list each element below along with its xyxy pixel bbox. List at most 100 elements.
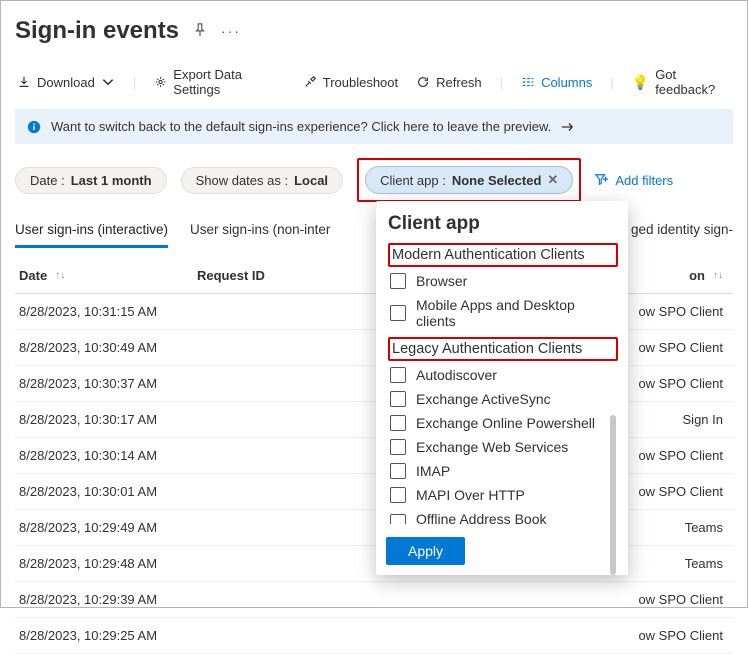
column-request-id[interactable]: Request ID — [197, 268, 367, 283]
checkbox-option[interactable]: MAPI Over HTTP — [390, 487, 618, 503]
modern-auth-header: Modern Authentication Clients — [388, 243, 618, 267]
checkbox-icon — [390, 514, 406, 524]
export-settings-button[interactable]: Export Data Settings — [154, 67, 285, 97]
option-label: Exchange ActiveSync — [416, 391, 551, 407]
dropdown-title: Client app — [388, 213, 618, 235]
preview-banner[interactable]: Want to switch back to the default sign-… — [15, 109, 733, 144]
filter-plus-icon — [595, 173, 609, 187]
date-filter-pill[interactable]: Date : Last 1 month — [15, 167, 167, 194]
column-date[interactable]: Date ↑↓ — [19, 268, 197, 283]
cell-app: ow SPO Client — [367, 628, 729, 643]
info-icon — [27, 120, 41, 134]
table-row[interactable]: 8/28/2023, 10:29:25 AM ow SPO Client — [15, 618, 733, 654]
sort-icon[interactable]: ↑↓ — [55, 270, 65, 281]
cell-date: 8/28/2023, 10:30:14 AM — [19, 448, 197, 463]
checkbox-option[interactable]: Offline Address Book — [390, 511, 618, 527]
checkbox-icon — [390, 367, 406, 383]
show-dates-value: Local — [294, 173, 328, 188]
cell-date: 8/28/2023, 10:30:49 AM — [19, 340, 197, 355]
option-label: Exchange Online Powershell — [416, 415, 595, 431]
cell-date: 8/28/2023, 10:29:48 AM — [19, 556, 197, 571]
show-dates-key: Show dates as : — [196, 173, 289, 188]
close-icon[interactable]: ✕ — [547, 172, 558, 188]
add-filters-button[interactable]: Add filters — [595, 173, 673, 188]
option-label: Autodiscover — [416, 367, 497, 383]
arrow-right-icon — [561, 121, 575, 133]
checkbox-icon — [390, 463, 406, 479]
columns-label: Columns — [541, 75, 592, 90]
add-filters-label: Add filters — [615, 173, 673, 188]
troubleshoot-button[interactable]: Troubleshoot — [303, 75, 398, 90]
column-date-label: Date — [19, 268, 47, 283]
checkbox-option[interactable]: Exchange Online Powershell — [390, 415, 618, 431]
show-dates-pill[interactable]: Show dates as : Local — [181, 167, 343, 194]
client-app-key: Client app : — [380, 173, 446, 188]
feedback-button[interactable]: 💡 Got feedback? — [632, 67, 733, 97]
cell-date: 8/28/2023, 10:30:37 AM — [19, 376, 197, 391]
option-label: Offline Address Book — [416, 511, 546, 527]
modern-options: Browser Mobile Apps and Desktop clients — [386, 273, 618, 329]
checkbox-option[interactable]: Mobile Apps and Desktop clients — [390, 297, 618, 329]
banner-text: Want to switch back to the default sign-… — [51, 119, 551, 134]
column-location-label: on — [689, 268, 705, 283]
checkbox-icon — [390, 305, 406, 321]
refresh-label: Refresh — [436, 75, 482, 90]
sort-icon[interactable]: ↑↓ — [713, 270, 723, 281]
cell-request — [197, 448, 367, 463]
cell-request — [197, 412, 367, 427]
tab-user-signins-noninteractive[interactable]: User sign-ins (non-inter — [190, 218, 330, 248]
checkbox-icon — [390, 391, 406, 407]
cell-request — [197, 592, 367, 607]
cell-request — [197, 484, 367, 499]
checkbox-option[interactable]: Autodiscover — [390, 367, 618, 383]
download-button[interactable]: Download — [17, 75, 115, 90]
checkbox-icon — [390, 415, 406, 431]
table-row[interactable]: 8/28/2023, 10:29:39 AM ow SPO Client — [15, 582, 733, 618]
apply-button[interactable]: Apply — [386, 537, 465, 565]
feedback-label: Got feedback? — [655, 67, 733, 97]
refresh-button[interactable]: Refresh — [416, 75, 482, 90]
checkbox-icon — [390, 487, 406, 503]
cell-request — [197, 556, 367, 571]
cell-app: ow SPO Client — [367, 592, 729, 607]
cell-request — [197, 628, 367, 643]
checkbox-option[interactable]: IMAP — [390, 463, 618, 479]
cell-date: 8/28/2023, 10:29:49 AM — [19, 520, 197, 535]
more-icon[interactable]: ··· — [221, 23, 241, 39]
export-label: Export Data Settings — [173, 67, 284, 97]
chevron-down-icon — [101, 75, 115, 89]
pin-icon[interactable] — [193, 23, 207, 40]
cell-date: 8/28/2023, 10:29:25 AM — [19, 628, 197, 643]
option-label: Browser — [416, 273, 467, 289]
checkbox-option[interactable]: Browser — [390, 273, 618, 289]
cell-date: 8/28/2023, 10:30:17 AM — [19, 412, 197, 427]
cell-request — [197, 376, 367, 391]
columns-button[interactable]: Columns — [521, 75, 592, 90]
scrollbar[interactable] — [610, 415, 616, 575]
date-filter-key: Date : — [30, 173, 65, 188]
separator: | — [500, 75, 503, 90]
cell-request — [197, 340, 367, 355]
checkbox-option[interactable]: Exchange ActiveSync — [390, 391, 618, 407]
page-title: Sign-in events — [15, 17, 179, 45]
client-app-filter-pill[interactable]: Client app : None Selected ✕ — [365, 166, 573, 194]
separator: | — [133, 75, 136, 90]
legacy-auth-header: Legacy Authentication Clients — [388, 337, 618, 361]
client-app-dropdown: Client app Modern Authentication Clients… — [376, 201, 628, 575]
tab-user-signins-interactive[interactable]: User sign-ins (interactive) — [15, 218, 168, 248]
command-bar: Download | Export Data Settings Troubles… — [15, 67, 733, 109]
lightbulb-icon: 💡 — [632, 74, 649, 91]
client-app-value: None Selected — [452, 173, 542, 188]
client-app-highlight: Client app : None Selected ✕ — [357, 158, 581, 202]
tab-managed-identity[interactable]: ged identity sign- — [631, 218, 733, 248]
column-request-label: Request ID — [197, 268, 265, 283]
cell-date: 8/28/2023, 10:29:39 AM — [19, 592, 197, 607]
checkbox-option[interactable]: Exchange Web Services — [390, 439, 618, 455]
option-label: Mobile Apps and Desktop clients — [416, 297, 618, 329]
cell-request — [197, 304, 367, 319]
cell-date: 8/28/2023, 10:30:01 AM — [19, 484, 197, 499]
separator: | — [610, 75, 613, 90]
checkbox-icon — [390, 273, 406, 289]
option-label: MAPI Over HTTP — [416, 487, 525, 503]
legacy-options: Autodiscover Exchange ActiveSync Exchange … — [386, 367, 618, 527]
